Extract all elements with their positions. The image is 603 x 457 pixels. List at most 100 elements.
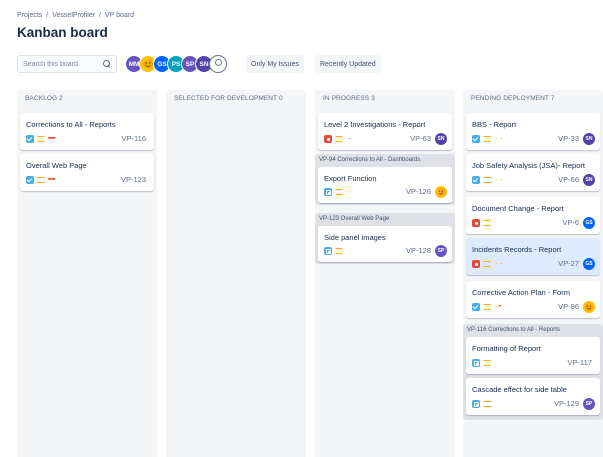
column-pending-deployment: PENDING DEPLOYMENT 7 BBS - Report ··→ VP… <box>463 90 603 457</box>
only-my-issues-button[interactable]: Only My Issues <box>246 55 304 73</box>
estimate-indicator: ▪▪▪▪ <box>48 135 56 142</box>
card-icons <box>472 359 491 367</box>
group-title[interactable]: VP-94 Corrections to All - Dashboards <box>315 154 455 166</box>
card-title: Export Function <box>324 174 377 183</box>
issue-card[interactable]: Corrective Action Plan - Form ···• VP-86 <box>466 281 600 318</box>
emoji-avatar-icon[interactable] <box>583 301 595 313</box>
assignee-avatar[interactable]: SN <box>435 133 447 145</box>
assignee-avatar[interactable]: GS <box>583 258 595 270</box>
card-icons <box>324 247 343 255</box>
task-type-icon <box>472 135 480 143</box>
assignee-avatar[interactable]: SP <box>583 398 595 410</box>
card-icons: → <box>324 135 353 143</box>
subtask-group: VP-123 Overall Web Page Side panel image… <box>315 213 455 264</box>
priority-medium-icon <box>335 189 343 195</box>
estimate-indicator: ··→ <box>494 176 504 183</box>
estimate-indicator: ··→ <box>494 260 504 267</box>
avatar-initials: MM <box>128 60 140 68</box>
issue-key[interactable]: VP-129 <box>554 399 579 408</box>
search-input[interactable] <box>23 60 101 68</box>
card-title: Incidents Records - Report <box>472 245 562 254</box>
issue-key[interactable]: VP-6 <box>562 218 579 227</box>
estimate-indicator: · <box>346 188 348 195</box>
issue-key[interactable]: VP-86 <box>558 302 579 311</box>
subtask-type-icon <box>324 247 332 255</box>
card-title: Overall Web Page <box>26 161 87 170</box>
issue-key[interactable]: VP-66 <box>558 175 579 184</box>
task-type-icon <box>472 176 480 184</box>
group-title[interactable]: VP-123 Overall Web Page <box>315 213 455 225</box>
card-title: Side panel images <box>324 233 386 242</box>
assignee-avatar[interactable]: SN <box>583 174 595 186</box>
breadcrumb: Projects / VesselProfiler / VP board <box>17 12 134 19</box>
column-selected-for-development: SELECTED FOR DEVELOPMENT 0 <box>166 90 306 457</box>
card-icons: ··→ <box>472 260 504 268</box>
assignee-avatar[interactable]: GS <box>583 217 595 229</box>
assignee-avatar[interactable]: SN <box>583 133 595 145</box>
issue-card[interactable]: Level 2 Investigations - Report → VP-63 … <box>318 113 452 150</box>
card-icons: ··→ <box>472 135 504 143</box>
recently-updated-button[interactable]: Recently Updated <box>315 55 381 73</box>
breadcrumb-separator: / <box>46 12 49 19</box>
subtask-type-icon <box>472 359 480 367</box>
issue-key[interactable]: VP-126 <box>406 187 431 196</box>
issue-key[interactable]: VP-116 <box>122 134 146 143</box>
breadcrumb-board-link[interactable]: VP board <box>105 12 134 19</box>
avatar-initials: SN <box>199 60 209 68</box>
card-title: Formatting of Report <box>472 344 541 353</box>
issue-card[interactable]: Formatting of Report VP-117 <box>466 337 600 374</box>
card-icons: · <box>472 219 496 227</box>
column-header: PENDING DEPLOYMENT 7 <box>471 95 555 102</box>
card-icons: · <box>324 188 348 196</box>
issue-card[interactable]: Side panel images VP-128 SP <box>318 226 452 262</box>
breadcrumb-separator: / <box>99 12 101 19</box>
card-title: Job Safety Analysis (JSA)- Report <box>472 161 585 170</box>
bug-type-icon <box>472 219 480 227</box>
card-icons: ···• <box>472 303 501 311</box>
unassigned-avatar-icon[interactable] <box>209 55 227 73</box>
priority-medium-icon <box>483 360 491 366</box>
priority-medium-icon <box>335 136 343 142</box>
issue-card[interactable]: Document Change - Report · VP-6 GS <box>466 197 600 234</box>
search-box[interactable] <box>17 55 117 73</box>
issue-card[interactable]: Corrections to All - Reports ▪▪▪▪ VP-116 <box>20 113 154 150</box>
issue-key[interactable]: VP-128 <box>406 246 431 255</box>
avatar-initials: SP <box>185 60 195 68</box>
issue-key[interactable]: VP-117 <box>568 358 592 367</box>
priority-medium-icon <box>335 248 343 254</box>
issue-key[interactable]: VP-27 <box>558 259 579 268</box>
card-icons: ▪▪▪▪ <box>26 176 56 184</box>
emoji-avatar-icon[interactable] <box>435 186 447 198</box>
subtask-group: VP-116 Corrections to All - Reports Form… <box>463 324 603 420</box>
estimate-indicator: ···• <box>494 303 501 310</box>
page-title: Kanban board <box>17 25 108 40</box>
estimate-indicator: → <box>346 135 353 142</box>
avatar-initials: GS <box>157 60 167 68</box>
assignee-avatar[interactable]: SP <box>435 245 447 257</box>
subtask-group: VP-94 Corrections to All - Dashboards Ex… <box>315 154 455 205</box>
card-title: Cascade effect for side table <box>472 385 567 394</box>
issue-card[interactable]: Export Function · VP-126 <box>318 167 452 203</box>
issue-card-selected[interactable]: Incidents Records - Report ··→ VP-27 GS <box>466 238 600 275</box>
priority-medium-icon <box>483 177 491 183</box>
issue-card[interactable]: BBS - Report ··→ VP-33 SN <box>466 113 600 150</box>
emoji-face-icon <box>436 187 446 197</box>
column-header: SELECTED FOR DEVELOPMENT 0 <box>174 95 283 102</box>
card-title: Document Change - Report <box>472 204 564 213</box>
issue-key[interactable]: VP-33 <box>558 134 579 143</box>
breadcrumb-projects-link[interactable]: Projects <box>17 12 42 19</box>
avatar-filter-group: MM GS PS SP SN <box>125 55 227 73</box>
column-header: IN PROGRESS 3 <box>323 95 375 102</box>
issue-card[interactable]: Cascade effect for side table VP-129 SP <box>466 378 600 415</box>
card-title: Corrections to All - Reports <box>26 120 116 129</box>
issue-card[interactable]: Overall Web Page ▪▪▪▪ VP-123 <box>20 154 154 191</box>
issue-key[interactable]: VP-123 <box>121 175 146 184</box>
bug-type-icon <box>472 260 480 268</box>
priority-medium-icon <box>483 304 491 310</box>
group-title[interactable]: VP-116 Corrections to All - Reports <box>463 324 603 336</box>
task-type-icon <box>26 135 34 143</box>
breadcrumb-project-link[interactable]: VesselProfiler <box>52 12 95 19</box>
issue-card[interactable]: Job Safety Analysis (JSA)- Report ··→ VP… <box>466 154 600 191</box>
priority-medium-icon <box>483 261 491 267</box>
issue-key[interactable]: VP-63 <box>410 134 431 143</box>
